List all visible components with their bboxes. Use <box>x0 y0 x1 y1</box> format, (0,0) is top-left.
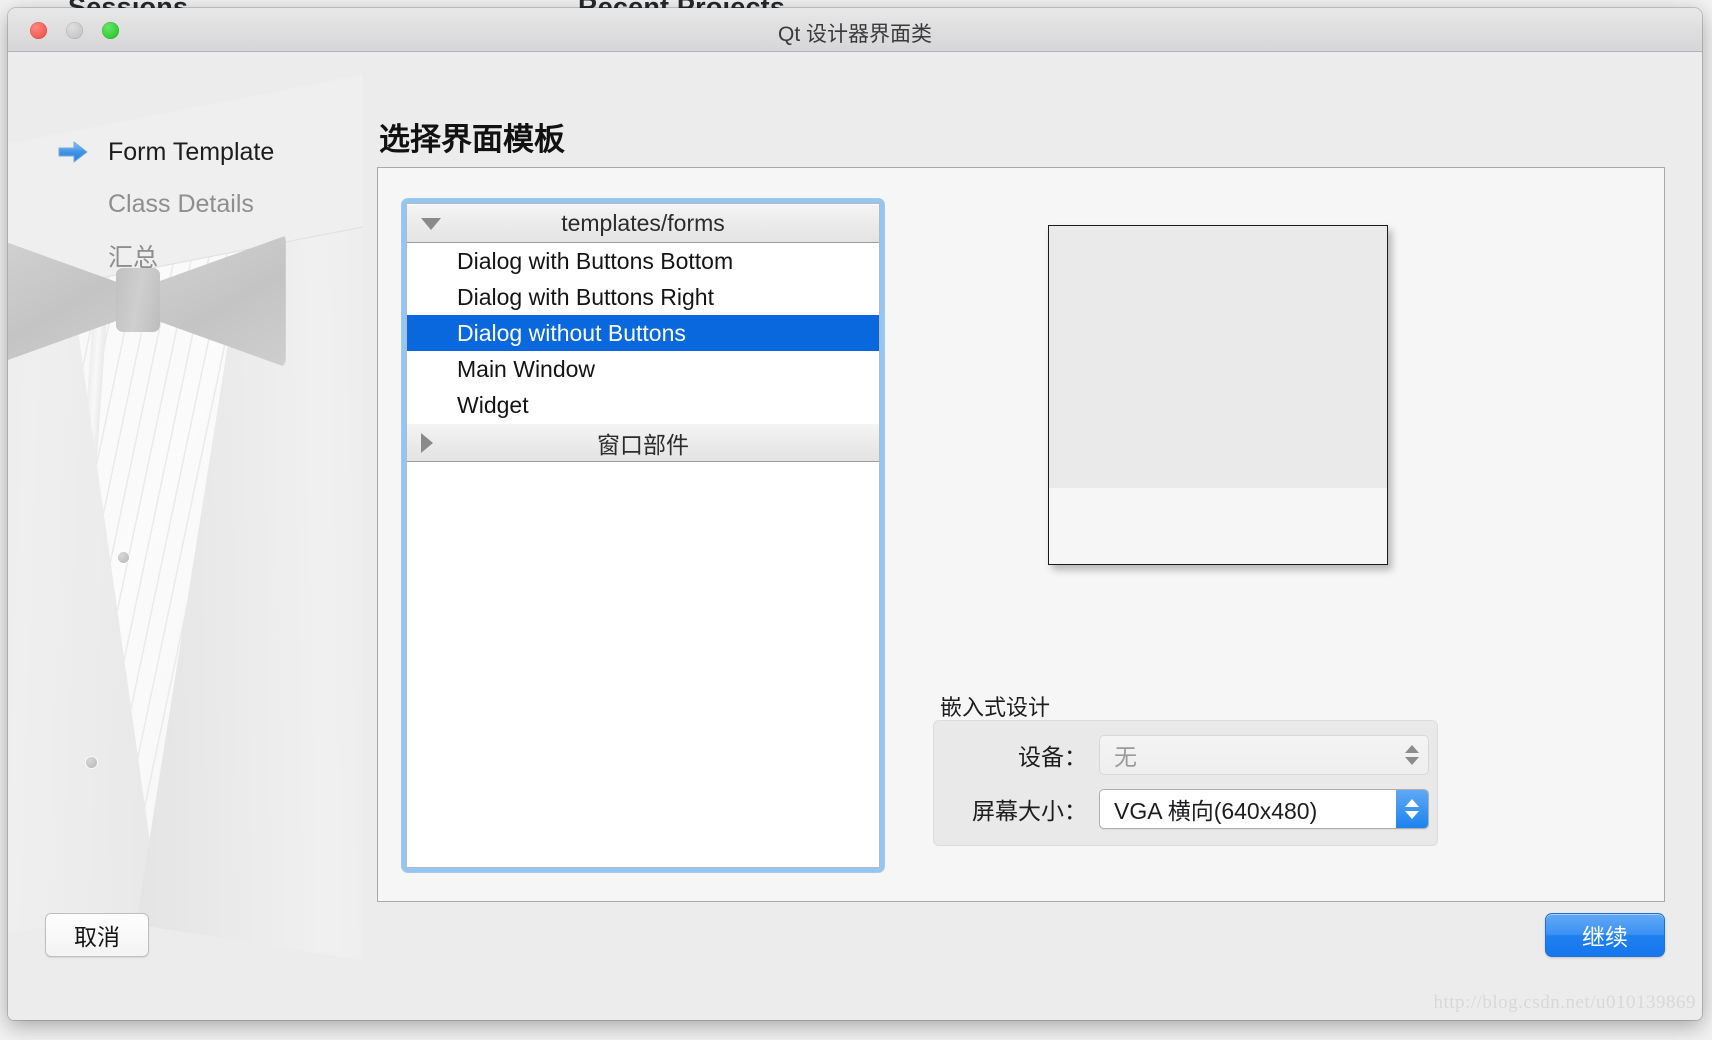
dialog-body: Form Template Class Details 汇总 选择界面模板 te… <box>8 52 1702 1020</box>
screen-size-select-stepper-icon[interactable] <box>1396 790 1428 828</box>
qt-designer-form-wizard-dialog: Qt 设计器界面类 Form Template Class Details 汇总… <box>8 8 1702 1020</box>
template-selection-panel: templates/forms Dialog with Buttons Bott… <box>377 167 1665 902</box>
preview-canvas-area <box>1049 226 1387 488</box>
list-item[interactable]: Dialog with Buttons Bottom <box>407 243 879 279</box>
list-item[interactable]: Widget <box>407 387 879 423</box>
screen-size-label: 屏幕大小： <box>972 798 1087 824</box>
continue-button-label: 继续 <box>1582 924 1628 950</box>
template-item-label: Dialog with Buttons Right <box>457 283 714 310</box>
sidebar-step-label: 汇总 <box>108 244 159 272</box>
cancel-button[interactable]: 取消 <box>45 913 149 957</box>
continue-button[interactable]: 继续 <box>1545 913 1665 957</box>
cancel-button-label: 取消 <box>74 924 120 950</box>
form-preview-thumbnail <box>1048 225 1388 565</box>
device-select[interactable]: 无 <box>1099 735 1429 775</box>
screen-size-field-row: 屏幕大小： VGA 横向(640x480) <box>934 787 1437 831</box>
template-item-label: Dialog with Buttons Bottom <box>457 247 734 274</box>
page-title: 选择界面模板 <box>379 122 565 157</box>
list-item[interactable]: Dialog with Buttons Right <box>407 279 879 315</box>
screen-size-select-value: VGA 横向(640x480) <box>1114 798 1318 824</box>
template-item-label: Widget <box>457 391 529 418</box>
dialog-titlebar[interactable]: Qt 设计器界面类 <box>8 8 1702 52</box>
template-list-focus-ring: templates/forms Dialog with Buttons Bott… <box>402 199 884 872</box>
sidebar-step-label: Class Details <box>108 189 254 218</box>
device-select-stepper-icon[interactable] <box>1396 736 1428 774</box>
template-list[interactable]: templates/forms Dialog with Buttons Bott… <box>406 203 880 868</box>
device-field-row: 设备： 无 <box>934 733 1437 777</box>
chevron-right-icon[interactable] <box>421 432 433 453</box>
sidebar-step-class-details[interactable]: Class Details <box>8 178 363 230</box>
embedded-design-group-label: 嵌入式设计 <box>940 695 1051 720</box>
template-item-label: Main Window <box>457 355 596 382</box>
list-item-selected[interactable]: Dialog without Buttons <box>407 315 879 351</box>
wizard-content-pane: 选择界面模板 templates/forms Dialog with Butto… <box>363 52 1702 1020</box>
screen-size-select[interactable]: VGA 横向(640x480) <box>1099 789 1429 829</box>
template-group-label: 窗口部件 <box>597 431 689 458</box>
chevron-down-icon[interactable] <box>421 217 441 230</box>
sidebar-step-form-template[interactable]: Form Template <box>8 126 363 178</box>
tuxedo-background-artwork <box>8 63 363 970</box>
template-group-header-widgets[interactable]: 窗口部件 <box>407 423 879 462</box>
template-item-label: Dialog without Buttons <box>457 319 686 346</box>
list-item[interactable]: Main Window <box>407 351 879 387</box>
right-arrow-icon <box>58 141 88 163</box>
wizard-step-list: Form Template Class Details 汇总 <box>8 52 363 282</box>
template-group-label: templates/forms <box>561 210 725 236</box>
template-group-header-forms[interactable]: templates/forms <box>407 204 879 243</box>
watermark-text: http://blog.csdn.net/u010139869 <box>1433 992 1696 1013</box>
device-select-value: 无 <box>1114 744 1137 770</box>
device-label: 设备： <box>1018 744 1087 770</box>
dialog-title: Qt 设计器界面类 <box>777 23 932 46</box>
sidebar-step-label: Form Template <box>108 137 275 166</box>
wizard-sidebar: Form Template Class Details 汇总 <box>8 52 363 1020</box>
embedded-design-group: 设备： 无 屏幕大小： VGA 横向(640x480) <box>933 720 1438 846</box>
sidebar-step-summary[interactable]: 汇总 <box>8 230 363 282</box>
preview-footer-area <box>1049 488 1387 564</box>
